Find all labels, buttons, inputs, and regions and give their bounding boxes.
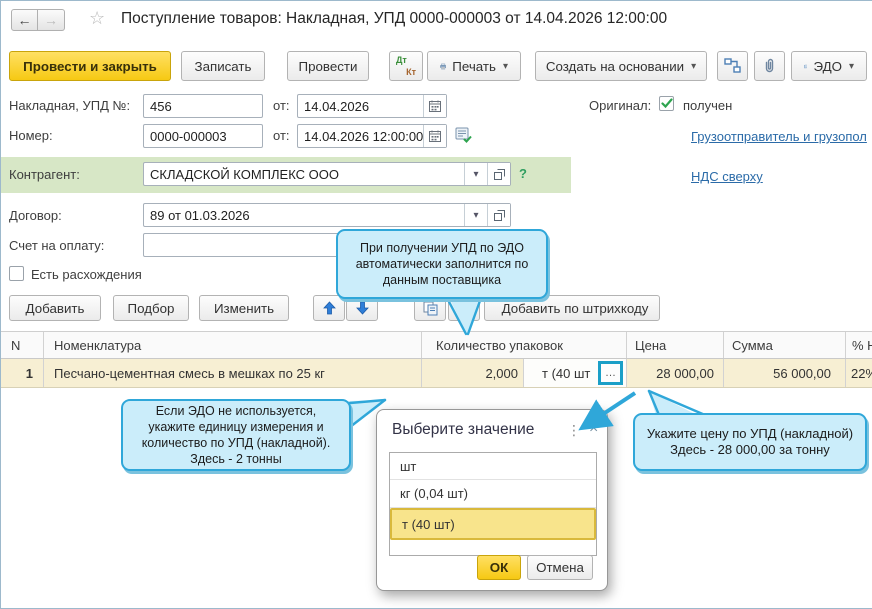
unit-option[interactable]: кг (0,04 шт) <box>390 480 596 508</box>
contract-label: Договор: <box>9 208 62 223</box>
dt-kt-postings-button[interactable]: Дт Кт <box>389 51 423 81</box>
unit-option[interactable]: шт <box>390 453 596 480</box>
edo-documents-icon <box>804 64 808 68</box>
unit-option-selected[interactable]: т (40 шт) <box>390 508 596 540</box>
page-title: Поступление товаров: Накладная, УПД 0000… <box>121 10 668 27</box>
price-cell[interactable]: 28 000,00 <box>626 359 723 387</box>
unit-cell[interactable]: т (40 шт … <box>523 359 626 387</box>
contract-open-icon[interactable] <box>487 204 510 226</box>
dt-kt-icon: Дт Кт <box>396 55 416 77</box>
up-arrow-icon <box>322 301 336 315</box>
down-arrow-icon <box>355 301 369 315</box>
check-icon <box>660 98 673 109</box>
create-on-basis-button[interactable]: Создать на основании ▾ <box>535 51 707 81</box>
nav-buttons: ← → <box>11 9 65 31</box>
doc-date-from-label: от: <box>273 128 290 143</box>
paperclip-icon <box>765 58 774 73</box>
payment-invoice-label: Счет на оплату: <box>9 238 105 253</box>
save-button[interactable]: Записать <box>181 51 265 81</box>
col-header-price[interactable]: Цена <box>626 332 723 358</box>
print-button[interactable]: Печать ▾ <box>427 51 521 81</box>
qty-cell[interactable]: 2,000 <box>421 359 523 387</box>
col-header-packages-qty[interactable]: Количество упаковок <box>421 332 626 358</box>
col-header-nomenclature[interactable]: Номенклатура <box>43 332 421 358</box>
discrepancies-label: Есть расхождения <box>31 267 142 282</box>
invoice-date-from-label: от: <box>273 98 290 113</box>
col-header-n[interactable]: N <box>1 332 43 358</box>
post-and-close-button[interactable]: Провести и закрыть <box>9 51 171 81</box>
nomenclature-cell[interactable]: Песчано-цементная смесь в мешках по 25 к… <box>43 359 421 387</box>
attachments-button[interactable] <box>754 51 785 81</box>
edit-button[interactable]: Изменить <box>199 295 289 321</box>
printer-icon <box>440 63 447 69</box>
dialog-close-icon[interactable]: × <box>589 420 598 438</box>
vat-mode-link[interactable]: НДС сверху <box>691 169 763 184</box>
items-table: N Номенклатура Количество упаковок Цена … <box>1 331 872 388</box>
doc-number-input[interactable]: 0000-000003 <box>143 124 263 148</box>
print-dropdown-caret: ▾ <box>502 60 508 72</box>
related-documents-button[interactable] <box>717 51 748 81</box>
table-header-row: N Номенклатура Количество упаковок Цена … <box>1 331 872 359</box>
edo-button[interactable]: ЭДО ▾ <box>791 51 867 81</box>
related-documents-icon <box>724 58 741 73</box>
move-up-button[interactable] <box>313 295 345 321</box>
calendar-icon[interactable] <box>423 125 446 147</box>
counterparty-open-icon[interactable] <box>487 163 510 185</box>
goods-receipt-window: ← → ☆ Поступление товаров: Накладная, УП… <box>0 0 872 609</box>
edo-caret: ▾ <box>848 60 854 72</box>
create-on-basis-caret: ▾ <box>691 60 697 72</box>
contract-combo[interactable]: 89 от 01.03.2026 ▾ <box>143 203 511 227</box>
table-row[interactable]: 1 Песчано-цементная смесь в мешках по 25… <box>1 359 872 388</box>
edo-hint-callout: При получении УПД по ЭДО автоматически з… <box>336 229 548 299</box>
post-button[interactable]: Провести <box>287 51 369 81</box>
counterparty-label: Контрагент: <box>9 167 80 182</box>
cancel-button[interactable]: Отмена <box>527 555 593 580</box>
invoice-date-input[interactable]: 14.04.2026 <box>297 94 447 118</box>
unit-choose-ellipsis-button[interactable]: … <box>598 361 623 385</box>
document-icon <box>459 301 469 315</box>
counterparty-dropdown-icon[interactable]: ▾ <box>464 163 487 185</box>
favorite-star-icon[interactable]: ☆ <box>89 8 105 29</box>
contract-dropdown-icon[interactable]: ▾ <box>464 204 487 226</box>
discrepancies-checkbox[interactable] <box>9 266 24 281</box>
pick-button[interactable]: Подбор <box>113 295 189 321</box>
vat-cell[interactable]: 22% <box>845 359 872 387</box>
sum-cell[interactable]: 56 000,00 <box>723 359 845 387</box>
doc-datetime-input[interactable]: 14.04.2026 12:00:00 <box>297 124 447 148</box>
add-row-button[interactable]: Добавить <box>9 295 101 321</box>
doc-number-label: Номер: <box>9 128 53 143</box>
col-header-sum[interactable]: Сумма <box>723 332 845 358</box>
forward-button[interactable]: → <box>38 9 65 31</box>
back-button[interactable]: ← <box>11 9 38 31</box>
dialog-more-icon[interactable]: ⋮ <box>567 422 581 439</box>
unit-options-list: шт кг (0,04 шт) т (40 шт) <box>389 452 597 556</box>
col-header-vat[interactable]: % Н <box>845 332 872 358</box>
original-received-value: получен <box>683 98 733 113</box>
calendar-icon[interactable] <box>423 95 446 117</box>
back-arrow-icon: ← <box>17 12 32 28</box>
counterparty-combo[interactable]: СКЛАДСКОЙ КОМПЛЕКС ООО ▾ <box>143 162 511 186</box>
choose-value-dialog: Выберите значение ⋮ × шт кг (0,04 шт) т … <box>376 409 608 591</box>
copy-icon <box>423 301 437 315</box>
fill-document-icon[interactable] <box>455 127 472 143</box>
ok-button[interactable]: ОК <box>477 555 521 580</box>
dialog-title: Выберите значение <box>392 421 535 438</box>
unit-hint-callout: Если ЭДО не используется, укажите единиц… <box>121 399 351 471</box>
price-hint-callout: Укажите цену по УПД (накладной) Здесь - … <box>633 413 867 471</box>
original-label: Оригинал: <box>589 98 652 113</box>
original-received-checkbox[interactable] <box>659 96 674 111</box>
forward-arrow-icon: → <box>44 12 58 28</box>
row-number-cell: 1 <box>25 365 33 381</box>
help-icon[interactable]: ? <box>519 166 527 181</box>
invoice-number-label: Накладная, УПД №: <box>9 98 131 113</box>
invoice-number-input[interactable]: 456 <box>143 94 263 118</box>
consignor-consignee-link[interactable]: Грузоотправитель и грузопол <box>691 129 867 144</box>
